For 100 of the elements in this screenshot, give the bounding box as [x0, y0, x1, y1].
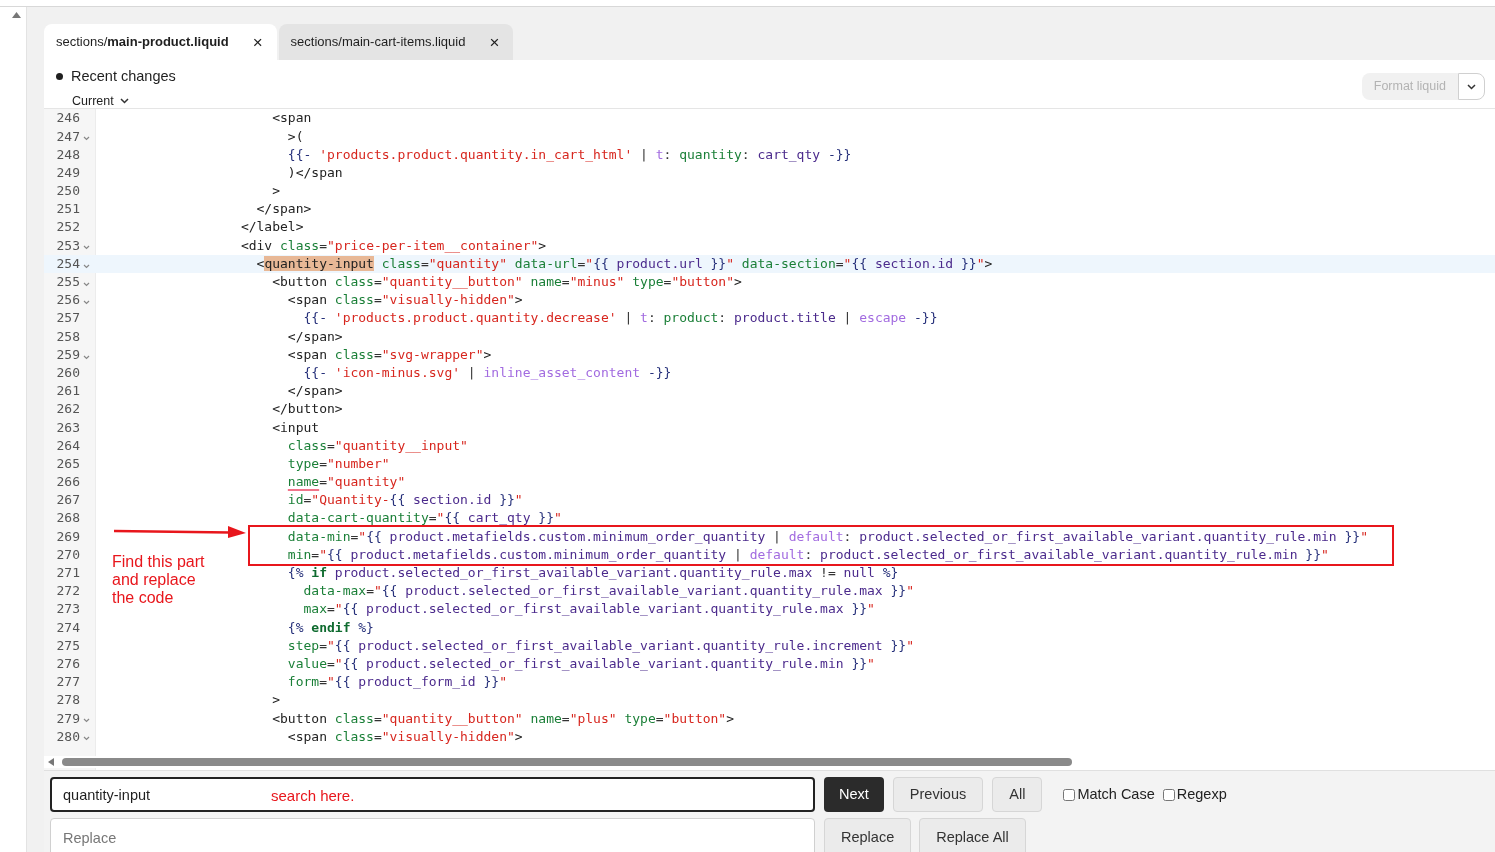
line-number: 251: [56, 200, 80, 219]
code-line: max="{{ product.selected_or_first_available_variant.quantity_rule.max }}": [303, 600, 875, 619]
line-number: 257: [56, 309, 80, 328]
line-number: 247: [56, 127, 80, 146]
code-line: value="{{ product.selected_or_first_available_variant.quantity_rule.min }}": [287, 654, 875, 673]
line-number: 274: [56, 618, 80, 637]
line-number: 256: [56, 291, 80, 310]
line-number: 260: [56, 363, 80, 382]
line-number: 269: [56, 527, 80, 546]
code-line: <button class="quantity__button" name="minus" type="button">: [272, 273, 742, 292]
code-line: </label>: [240, 218, 304, 237]
line-number: 259: [56, 345, 80, 364]
line-number: 266: [56, 473, 80, 492]
checkbox[interactable]: [1063, 788, 1076, 801]
line-number: 271: [56, 564, 80, 583]
fold-chevron-icon[interactable]: [83, 718, 90, 724]
line-number: 248: [56, 145, 80, 164]
code-line: )</span: [287, 163, 343, 182]
code-line: >(: [287, 127, 304, 146]
code-line: class="quantity__input": [287, 436, 468, 455]
chevron-down-icon: [1467, 83, 1476, 90]
previous-button[interactable]: Next: [824, 777, 884, 812]
fold-chevron-icon[interactable]: [83, 736, 90, 742]
replace-button[interactable]: Replace All: [919, 818, 1026, 852]
version-dropdown[interactable]: Current: [72, 91, 176, 111]
line-number: 280: [56, 727, 80, 746]
line-number: 267: [56, 491, 80, 510]
code-line: <span class="visually-hidden">: [287, 727, 523, 746]
code-line: <span class="visually-hidden">: [287, 291, 523, 310]
code-line: min="{{ product.metafields.custom.minimum_order_quantity | default: product.selected_or_first_available_variant.quantity_rule.min }}": [287, 545, 1329, 564]
line-number: 249: [56, 163, 80, 182]
line-number: 272: [56, 582, 80, 601]
fold-chevron-icon[interactable]: [83, 245, 90, 251]
code-line: name="quantity": [287, 473, 406, 492]
line-number: 250: [56, 182, 80, 201]
close-tab-button[interactable]: ×: [485, 33, 504, 51]
code-line: </span>: [256, 200, 312, 219]
code-line: {{- 'products.product.quantity.in_cart_html' | t: quantity: cart_qty -}}: [287, 145, 852, 164]
code-line: data-min="{{ product.metafields.custom.minimum_order_quantity | default: product.selected_or_first_available_variant.quantity_rule.min }}": [287, 527, 1368, 546]
line-number: 273: [56, 600, 80, 619]
code-line: data-max="{{ product.selected_or_first_available_variant.quantity_rule.max }}": [303, 582, 914, 601]
replace-button[interactable]: Replace: [824, 818, 912, 852]
editor-tab[interactable]: sections/main-product.liquid ×: [44, 24, 277, 60]
line-number: 277: [56, 673, 80, 692]
checkbox[interactable]: [1162, 788, 1175, 801]
annotation-text: search here.: [271, 786, 355, 806]
line-number: 246: [56, 109, 80, 128]
checkbox-label[interactable]: Regexp: [1176, 783, 1227, 806]
history-label: Recent changes: [71, 67, 176, 86]
code-line: <div class="price-per-item__container">: [240, 236, 547, 255]
fold-chevron-icon[interactable]: [83, 299, 90, 305]
scroll-up-icon[interactable]: [12, 12, 21, 18]
code-line: {{- 'icon-minus.svg' | inline_asset_content -}}: [303, 363, 672, 382]
line-number: 275: [56, 636, 80, 655]
editor-tab[interactable]: sections/main-cart-items.liquid ×: [278, 24, 514, 60]
previous-button[interactable]: Previous: [892, 777, 984, 812]
annotation-text: Find this part and replace the code: [112, 553, 206, 607]
code-line: <quantity-input class="quantity" data-url="{{ product.url }}" data-section="{{ section.id }}">: [256, 254, 993, 273]
line-number: 253: [56, 236, 80, 255]
line-number: 265: [56, 454, 80, 473]
code-line: data-cart-quantity="{{ cart_qty }}": [287, 509, 562, 528]
line-number: 276: [56, 654, 80, 673]
code-line: >: [272, 691, 280, 710]
line-number: 264: [56, 436, 80, 455]
line-number: 255: [56, 273, 80, 292]
code-line: step="{{ product.selected_or_first_available_variant.quantity_rule.increment }}": [287, 636, 914, 655]
fold-chevron-icon[interactable]: [83, 263, 90, 269]
fold-chevron-icon[interactable]: [83, 281, 90, 287]
code-line: {{- 'products.product.quantity.decrease' | t: product: product.title | escape -}}: [303, 309, 938, 328]
code-line: {% if product.selected_or_first_available_variant.quantity_rule.max != null %}: [287, 564, 899, 583]
line-number: 270: [56, 545, 80, 564]
format-options-button[interactable]: [1458, 73, 1485, 100]
code-line: form="{{ product_form_id }}": [287, 673, 507, 692]
line-number: 268: [56, 509, 80, 528]
close-tab-button[interactable]: ×: [248, 33, 267, 51]
line-number: 279: [56, 709, 80, 728]
line-number: 252: [56, 218, 80, 237]
fold-chevron-icon[interactable]: [83, 354, 90, 360]
code-line: >: [272, 182, 280, 201]
code-line: <input: [272, 418, 320, 437]
scroll-left-icon[interactable]: [48, 758, 54, 766]
code-line: </button>: [272, 400, 343, 419]
line-number: 262: [56, 400, 80, 419]
horizontal-scrollbar[interactable]: [62, 758, 1072, 766]
code-line: <span: [272, 109, 312, 128]
code-line: </span>: [287, 327, 343, 346]
find-button[interactable]: All: [992, 777, 1043, 812]
chevron-down-icon: [119, 98, 129, 105]
code-line: type="number": [287, 454, 390, 473]
fold-chevron-icon[interactable]: [83, 136, 90, 142]
code-line: {% endif %}: [287, 618, 374, 637]
replace-field[interactable]: Replace: [50, 818, 815, 852]
code-line: <button class="quantity__button" name="plus" type="button">: [272, 709, 735, 728]
code-line: <span class="svg-wrapper">: [287, 345, 492, 364]
code-line: </span>: [287, 382, 343, 401]
line-number: 263: [56, 418, 80, 437]
code-line: id="Quantity-{{ section.id }}": [287, 491, 523, 510]
line-number: 254: [56, 254, 80, 273]
checkbox-label[interactable]: Match Case: [1077, 783, 1155, 806]
line-number: 278: [56, 691, 80, 710]
